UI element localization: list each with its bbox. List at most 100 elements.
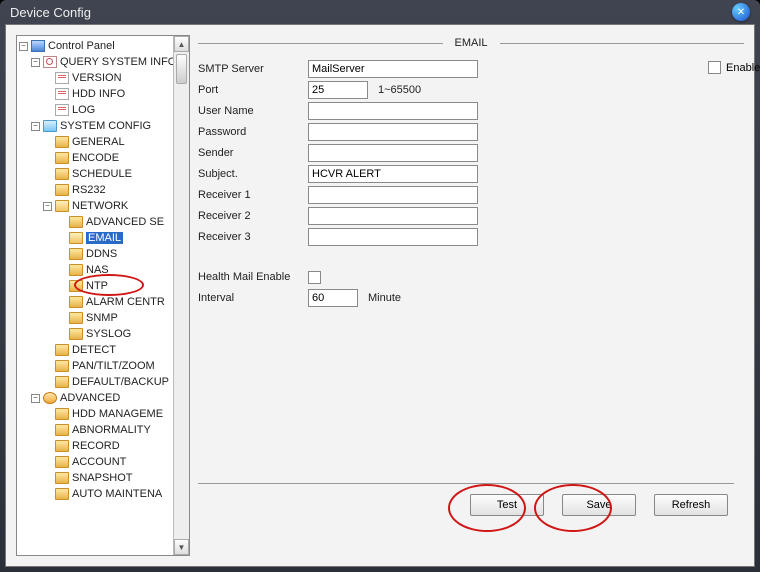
collapse-icon[interactable]: −: [31, 58, 40, 67]
smtp-input[interactable]: [308, 60, 478, 78]
close-icon[interactable]: ✕: [732, 3, 750, 21]
scroll-up-icon[interactable]: ▲: [174, 36, 189, 52]
sender-input[interactable]: [308, 144, 478, 162]
refresh-button[interactable]: Refresh: [654, 494, 728, 516]
section-title: EMAIL: [455, 37, 488, 49]
tree-panel: − Control Panel − QUERY SYSTEM INFO VERS…: [16, 35, 190, 556]
health-mail-label: Health Mail Enable: [198, 271, 308, 283]
doc-icon: [55, 72, 69, 84]
smtp-label: SMTP Server: [198, 63, 308, 75]
port-input[interactable]: [308, 81, 368, 99]
subject-label: Subject.: [198, 168, 308, 180]
tree-item-snmp[interactable]: SNMP: [17, 310, 189, 326]
tree-item-encode[interactable]: ENCODE: [17, 150, 189, 166]
collapse-icon[interactable]: −: [19, 42, 28, 51]
port-label: Port: [198, 84, 308, 96]
tree-item-abnormality[interactable]: ABNORMALITY: [17, 422, 189, 438]
enable-checkbox-group[interactable]: Enable: [708, 61, 760, 74]
panel-icon: [31, 40, 45, 52]
folder-icon: [69, 312, 83, 324]
tree-item-syslog[interactable]: SYSLOG: [17, 326, 189, 342]
content-panel: EMAIL Enable SMTP Server Port 1~65500: [198, 35, 744, 556]
subject-input[interactable]: [308, 165, 478, 183]
scroll-thumb[interactable]: [176, 54, 187, 84]
folder-icon: [69, 328, 83, 340]
tree-item-pantilt[interactable]: PAN/TILT/ZOOM: [17, 358, 189, 374]
password-input[interactable]: [308, 123, 478, 141]
receiver1-label: Receiver 1: [198, 189, 308, 201]
folder-icon: [55, 456, 69, 468]
receiver2-input[interactable]: [308, 207, 478, 225]
enable-checkbox[interactable]: [708, 61, 721, 74]
tree-scrollbar[interactable]: ▲ ▼: [173, 36, 189, 555]
tree-item-version[interactable]: VERSION: [17, 70, 189, 86]
tree-item-snapshot[interactable]: SNAPSHOT: [17, 470, 189, 486]
window: Device Config ✕ − Control Panel − QUERY …: [0, 0, 760, 572]
tree-item-nas[interactable]: NAS: [17, 262, 189, 278]
folder-open-icon: [69, 232, 83, 244]
titlebar: Device Config ✕: [0, 0, 760, 24]
tree-item-general[interactable]: GENERAL: [17, 134, 189, 150]
interval-label: Interval: [198, 292, 308, 304]
receiver3-label: Receiver 3: [198, 231, 308, 243]
tree-root[interactable]: − Control Panel: [17, 38, 189, 54]
folder-icon: [55, 424, 69, 436]
tree-item-log[interactable]: LOG: [17, 102, 189, 118]
tree-item-advanced[interactable]: − ADVANCED: [17, 390, 189, 406]
health-mail-checkbox[interactable]: [308, 271, 321, 284]
folder-icon: [55, 168, 69, 180]
folder-icon: [55, 184, 69, 196]
tree-item-rs232[interactable]: RS232: [17, 182, 189, 198]
folder-icon: [55, 376, 69, 388]
doc-icon: [55, 104, 69, 116]
tree-item-query[interactable]: − QUERY SYSTEM INFO: [17, 54, 189, 70]
interval-input[interactable]: [308, 289, 358, 307]
tree-item-default-backup[interactable]: DEFAULT/BACKUP: [17, 374, 189, 390]
button-bar: Test Save Refresh: [198, 483, 734, 516]
folder-icon: [69, 296, 83, 308]
tree-item-advanced-se[interactable]: ADVANCED SE: [17, 214, 189, 230]
tree-item-detect[interactable]: DETECT: [17, 342, 189, 358]
tree-item-hdd-info[interactable]: HDD INFO: [17, 86, 189, 102]
folder-icon: [69, 216, 83, 228]
save-button[interactable]: Save: [562, 494, 636, 516]
tree-item-ddns[interactable]: DDNS: [17, 246, 189, 262]
receiver3-input[interactable]: [308, 228, 478, 246]
tree-item-alarm-centre[interactable]: ALARM CENTR: [17, 294, 189, 310]
gear-icon: [43, 392, 57, 404]
folder-icon: [55, 136, 69, 148]
folder-icon: [55, 360, 69, 372]
password-label: Password: [198, 126, 308, 138]
tree-item-ntp[interactable]: NTP: [17, 278, 189, 294]
scroll-down-icon[interactable]: ▼: [174, 539, 189, 555]
user-input[interactable]: [308, 102, 478, 120]
enable-label: Enable: [726, 62, 760, 74]
folder-icon: [55, 152, 69, 164]
tree-item-system-config[interactable]: − SYSTEM CONFIG: [17, 118, 189, 134]
folder-open-icon: [55, 200, 69, 212]
divider: [500, 43, 745, 44]
system-icon: [43, 120, 57, 132]
tree-item-email[interactable]: EMAIL: [17, 230, 189, 246]
divider: [198, 483, 734, 484]
folder-icon: [55, 344, 69, 356]
receiver1-input[interactable]: [308, 186, 478, 204]
tree-item-network[interactable]: − NETWORK: [17, 198, 189, 214]
doc-icon: [55, 88, 69, 100]
collapse-icon[interactable]: −: [31, 394, 40, 403]
user-label: User Name: [198, 105, 308, 117]
tree-item-schedule[interactable]: SCHEDULE: [17, 166, 189, 182]
tree-item-account[interactable]: ACCOUNT: [17, 454, 189, 470]
tree-item-auto-maint[interactable]: AUTO MAINTENA: [17, 486, 189, 502]
port-hint: 1~65500: [378, 84, 421, 96]
tree[interactable]: − Control Panel − QUERY SYSTEM INFO VERS…: [17, 36, 189, 504]
collapse-icon[interactable]: −: [43, 202, 52, 211]
folder-icon: [69, 248, 83, 260]
folder-icon: [69, 264, 83, 276]
tree-item-record[interactable]: RECORD: [17, 438, 189, 454]
test-button[interactable]: Test: [470, 494, 544, 516]
receiver2-label: Receiver 2: [198, 210, 308, 222]
tree-item-hdd-mgmt[interactable]: HDD MANAGEME: [17, 406, 189, 422]
collapse-icon[interactable]: −: [31, 122, 40, 131]
folder-icon: [55, 440, 69, 452]
